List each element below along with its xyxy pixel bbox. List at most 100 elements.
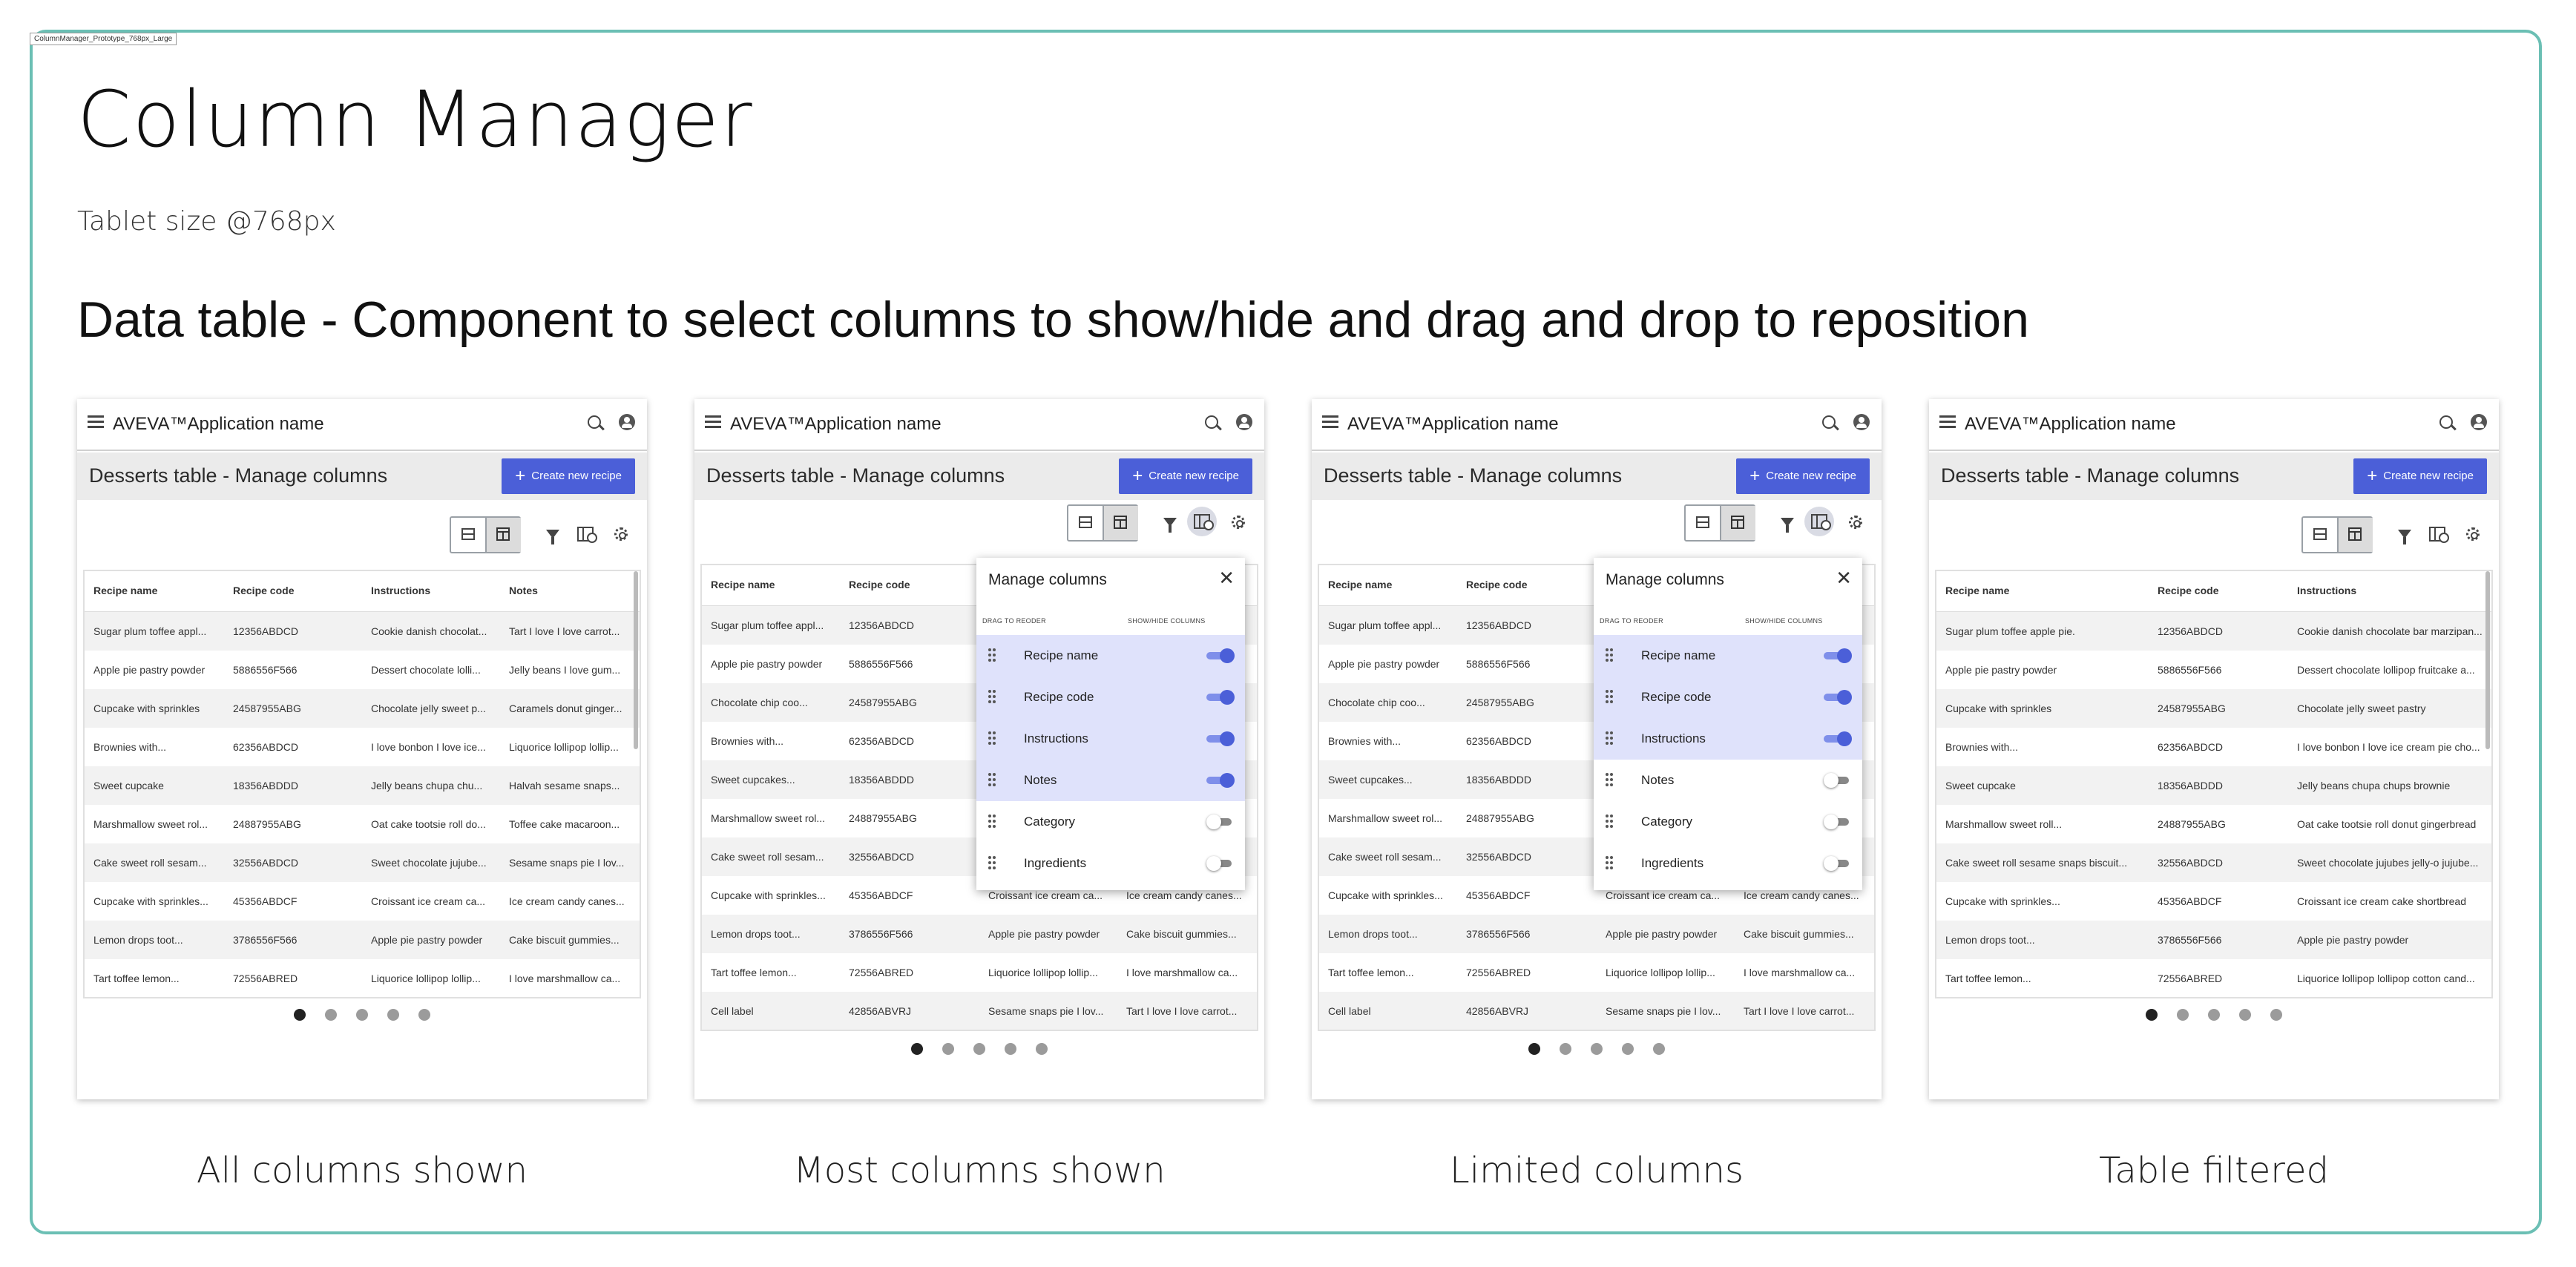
column-option-row[interactable]: Category (976, 801, 1245, 843)
table-row[interactable]: Brownies with... 62356ABDCD I love bonbon … (85, 728, 640, 766)
column-header[interactable]: Notes (509, 585, 634, 596)
column-option-row[interactable]: Ingredients (1594, 843, 1862, 884)
menu-icon[interactable] (705, 415, 721, 428)
table-row[interactable]: Cupcake with sprinkles 24587955ABG Chocola… (1936, 689, 2491, 728)
close-icon[interactable]: ✕ (1836, 567, 1852, 590)
table-view-button[interactable] (485, 518, 521, 552)
account-icon[interactable] (1853, 414, 1870, 430)
table-row[interactable]: Marshmallow sweet rol... 24887955ABG Oat c… (85, 805, 640, 843)
page-dot-2[interactable] (2177, 1009, 2189, 1021)
search-icon[interactable] (1205, 415, 1218, 429)
drag-handle-icon[interactable] (1606, 856, 1613, 869)
drag-handle-icon[interactable] (988, 773, 996, 786)
table-row[interactable]: Tart toffee lemon... 72556ABRED Liquorice … (702, 953, 1257, 992)
table-view-button[interactable] (2337, 518, 2373, 552)
table-row[interactable]: Tart toffee lemon... 72556ABRED Liquorice … (85, 959, 640, 997)
column-option-row[interactable]: Recipe code (1594, 677, 1862, 718)
page-dot-5[interactable] (1653, 1043, 1665, 1055)
table-row[interactable]: Marshmallow sweet roll... 24887955ABG Oat … (1936, 805, 2491, 843)
column-header[interactable]: Recipe name (93, 585, 220, 596)
column-visibility-toggle[interactable] (1824, 690, 1852, 705)
filter-button[interactable] (1778, 516, 1798, 537)
table-row[interactable]: Sweet cupcake 18356ABDDD Jelly beans chupa… (85, 766, 640, 805)
page-dot-2[interactable] (325, 1009, 337, 1021)
column-header[interactable]: Recipe code (233, 585, 359, 596)
filter-button[interactable] (1160, 516, 1181, 537)
column-visibility-toggle[interactable] (1206, 648, 1235, 663)
table-row[interactable]: Cupcake with sprinkles 24587955ABG Chocola… (85, 689, 640, 728)
column-visibility-toggle[interactable] (1824, 814, 1852, 829)
page-dot-3[interactable] (1591, 1043, 1603, 1055)
page-dot-1[interactable] (294, 1009, 306, 1021)
settings-icon[interactable] (2466, 527, 2480, 541)
table-row[interactable]: Lemon drops toot... 3786556F566 Apple pie … (85, 921, 640, 959)
drag-handle-icon[interactable] (988, 731, 996, 745)
table-row[interactable]: Tart toffee lemon... 72556ABRED Liquorice … (1936, 959, 2491, 997)
column-header[interactable]: Recipe name (1945, 585, 2146, 596)
table-row[interactable]: Sugar plum toffee appl... 12356ABDCD Cooki… (85, 612, 640, 651)
table-row[interactable]: Lemon drops toot... 3786556F566 Apple pie … (1319, 915, 1874, 953)
columns-icon[interactable] (2429, 527, 2449, 543)
table-row[interactable]: Cake sweet roll sesam... 32556ABDCD Sweet … (85, 843, 640, 882)
drag-handle-icon[interactable] (1606, 648, 1613, 662)
account-icon[interactable] (2471, 414, 2487, 430)
column-option-row[interactable]: Recipe name (976, 635, 1245, 677)
drag-handle-icon[interactable] (988, 690, 996, 703)
drag-handle-icon[interactable] (988, 814, 996, 828)
column-visibility-toggle[interactable] (1206, 856, 1235, 871)
drag-handle-icon[interactable] (1606, 773, 1613, 786)
drag-handle-icon[interactable] (1606, 814, 1613, 828)
column-visibility-toggle[interactable] (1206, 690, 1235, 705)
create-recipe-button[interactable]: + Create new recipe (1736, 458, 1870, 494)
columns-button[interactable] (1187, 507, 1217, 536)
menu-icon[interactable] (1322, 415, 1338, 428)
column-option-row[interactable]: Recipe name (1594, 635, 1862, 677)
table-row[interactable]: Apple pie pastry powder 5886556F566 Desser… (85, 651, 640, 689)
table-row[interactable]: Sugar plum toffee apple pie. 12356ABDCD Co… (1936, 612, 2491, 651)
column-option-row[interactable]: Category (1594, 801, 1862, 843)
table-row[interactable]: Brownies with... 62356ABDCD I love bonbon … (1936, 728, 2491, 766)
filter-button[interactable] (2395, 528, 2416, 549)
drag-handle-icon[interactable] (1606, 731, 1613, 745)
page-dot-4[interactable] (1622, 1043, 1634, 1055)
table-row[interactable]: Cake sweet roll sesame snaps biscuit... 3… (1936, 843, 2491, 882)
search-icon[interactable] (2439, 415, 2453, 429)
search-icon[interactable] (1822, 415, 1836, 429)
column-visibility-toggle[interactable] (1824, 773, 1852, 788)
table-row[interactable]: Lemon drops toot... 3786556F566 Apple pie … (702, 915, 1257, 953)
column-option-row[interactable]: Ingredients (976, 843, 1245, 884)
page-dot-5[interactable] (1036, 1043, 1048, 1055)
drag-handle-icon[interactable] (988, 856, 996, 869)
account-icon[interactable] (1236, 414, 1252, 430)
column-option-row[interactable]: Notes (976, 760, 1245, 801)
table-view-button[interactable] (1103, 506, 1138, 540)
page-dot-3[interactable] (356, 1009, 368, 1021)
page-dot-1[interactable] (1528, 1043, 1540, 1055)
account-icon[interactable] (619, 414, 635, 430)
table-view-button[interactable] (1720, 506, 1755, 540)
rows-view-button[interactable] (451, 518, 485, 552)
table-row[interactable]: Tart toffee lemon... 72556ABRED Liquorice … (1319, 953, 1874, 992)
rows-view-button[interactable] (1686, 506, 1720, 540)
create-recipe-button[interactable]: + Create new recipe (502, 458, 635, 494)
column-header[interactable]: Recipe name (711, 579, 837, 590)
column-visibility-toggle[interactable] (1824, 731, 1852, 746)
columns-button[interactable] (1804, 507, 1834, 536)
column-visibility-toggle[interactable] (1824, 648, 1852, 663)
column-option-row[interactable]: Instructions (976, 718, 1245, 760)
rows-view-button[interactable] (2303, 518, 2337, 552)
create-recipe-button[interactable]: + Create new recipe (1119, 458, 1252, 494)
settings-icon[interactable] (1232, 516, 1245, 529)
column-header[interactable]: Recipe name (1328, 579, 1454, 590)
menu-icon[interactable] (88, 415, 104, 428)
menu-icon[interactable] (1939, 415, 1956, 428)
column-header[interactable]: Recipe code (2158, 585, 2284, 596)
column-header[interactable]: Instructions (371, 585, 497, 596)
table-row[interactable]: Lemon drops toot... 3786556F566 Apple pie … (1936, 921, 2491, 959)
create-recipe-button[interactable]: + Create new recipe (2353, 458, 2487, 494)
rows-view-button[interactable] (1068, 506, 1103, 540)
column-header[interactable]: Recipe code (849, 579, 975, 590)
page-dot-2[interactable] (942, 1043, 954, 1055)
column-visibility-toggle[interactable] (1824, 856, 1852, 871)
page-dot-4[interactable] (2239, 1009, 2251, 1021)
